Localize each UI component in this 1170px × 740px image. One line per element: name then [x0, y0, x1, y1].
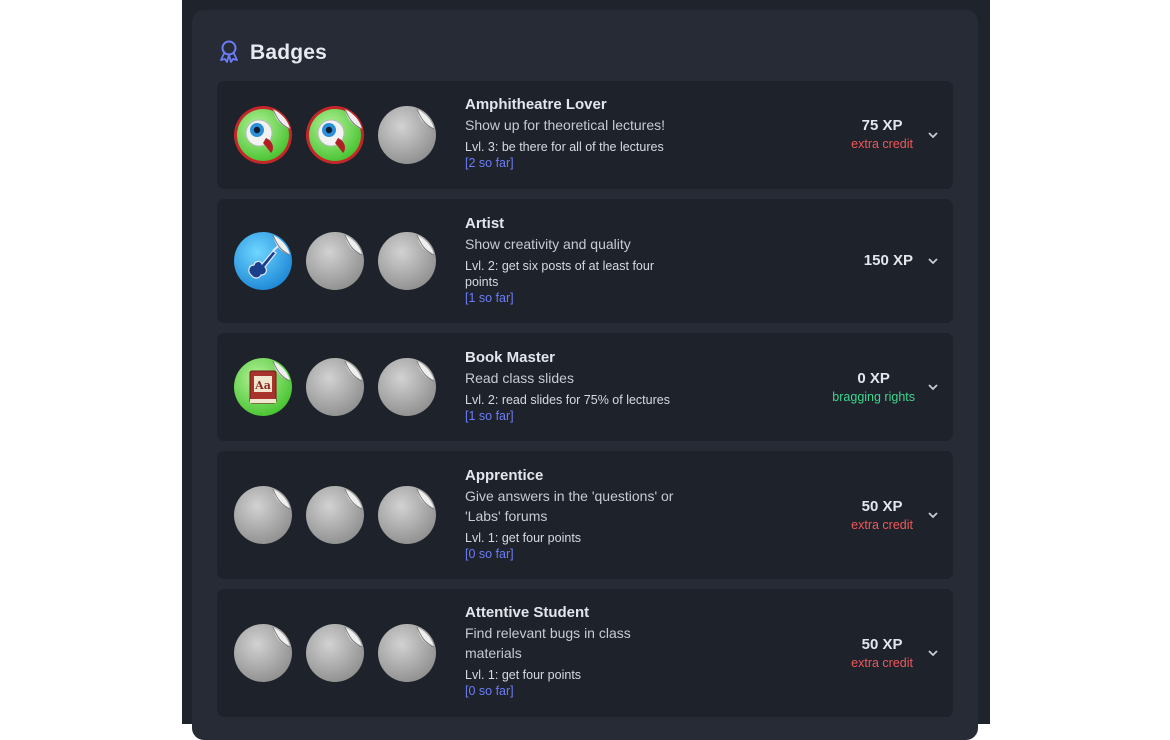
badge-xp: 0 XP bragging rights [832, 369, 915, 405]
badge-level-text: Lvl. 1: get four points [465, 531, 582, 545]
badge-name: Attentive Student [465, 604, 590, 621]
badge-progress: [1 so far] [465, 409, 514, 423]
locked-badge-icon [377, 231, 437, 291]
xp-note: extra credit [851, 137, 913, 151]
badge-info: Book Master Read class slides Lvl. 2: re… [465, 348, 725, 424]
badge-xp: 75 XP extra credit [851, 116, 913, 152]
badge-name: Apprentice [465, 467, 544, 484]
locked-badge-icon [305, 231, 365, 291]
chevron-down-icon[interactable] [927, 381, 939, 393]
badge-progress: [1 so far] [465, 291, 514, 305]
eyeball-badge-icon [233, 105, 293, 165]
badge-description: Show up for theoretical lectures! [465, 117, 665, 133]
chevron-down-icon[interactable] [927, 255, 939, 267]
badge-info: Apprentice Give answers in the 'question… [465, 466, 680, 562]
locked-badge-icon [305, 623, 365, 683]
locked-badge-icon [233, 623, 293, 683]
guitar-badge-icon [233, 231, 293, 291]
badge-level-icons [233, 451, 437, 579]
book-label: Aa [254, 379, 271, 392]
page-title: Badges [250, 41, 328, 64]
badge-card-amphitheatre-lover[interactable]: Amphitheatre Lover Show up for theoretic… [217, 81, 953, 189]
badge-level-icons [233, 81, 437, 189]
badge-description: Find relevant bugs in class materials [465, 625, 631, 661]
locked-badge-icon [377, 623, 437, 683]
locked-badge-icon [377, 105, 437, 165]
badge-card-book-master[interactable]: Aa Book Master Read class slides Lvl. 2:… [217, 333, 953, 441]
locked-badge-icon [305, 357, 365, 417]
xp-value: 75 XP [861, 117, 903, 134]
xp-value: 0 XP [857, 370, 890, 387]
locked-badge-icon [377, 357, 437, 417]
xp-note: extra credit [851, 518, 913, 532]
badge-card-apprentice[interactable]: Apprentice Give answers in the 'question… [217, 451, 953, 579]
xp-value: 50 XP [861, 498, 903, 515]
badge-name: Book Master [465, 349, 556, 366]
xp-note: bragging rights [832, 390, 915, 404]
badge-level-text: Lvl. 2: read slides for 75% of lectures [465, 393, 670, 407]
badge-xp: 150 XP [864, 251, 913, 271]
badge-progress: [0 so far] [465, 547, 514, 561]
badge-xp: 50 XP extra credit [851, 497, 913, 533]
badge-info: Amphitheatre Lover Show up for theoretic… [465, 95, 725, 171]
badge-description: Show creativity and quality [465, 236, 631, 252]
badge-name: Amphitheatre Lover [465, 96, 607, 113]
badge-name: Artist [465, 215, 505, 232]
badge-level-text: Lvl. 2: get six posts of at least four p… [465, 259, 654, 289]
badge-info: Artist Show creativity and quality Lvl. … [465, 214, 685, 306]
app-window: Badges Amphitheatre Lover Show up for th… [182, 0, 990, 740]
badge-card-artist[interactable]: Artist Show creativity and quality Lvl. … [217, 199, 953, 323]
chevron-down-icon[interactable] [927, 509, 939, 521]
eyeball-badge-icon [305, 105, 365, 165]
chevron-down-icon[interactable] [927, 129, 939, 141]
badge-description: Give answers in the 'questions' or 'Labs… [465, 488, 674, 524]
badge-level-icons [233, 199, 437, 323]
badge-info: Attentive Student Find relevant bugs in … [465, 603, 675, 699]
chevron-down-icon[interactable] [927, 647, 939, 659]
locked-badge-icon [305, 485, 365, 545]
xp-note: extra credit [851, 656, 913, 670]
badge-xp: 50 XP extra credit [851, 635, 913, 671]
badge-level-icons [233, 589, 437, 717]
xp-value: 150 XP [863, 252, 913, 269]
badge-description: Read class slides [465, 370, 574, 386]
badge-level-icons: Aa [233, 333, 437, 441]
locked-badge-icon [377, 485, 437, 545]
book-badge-icon: Aa [233, 357, 293, 417]
badge-progress: [2 so far] [465, 156, 514, 170]
badge-card-attentive-student[interactable]: Attentive Student Find relevant bugs in … [217, 589, 953, 717]
badge-level-text: Lvl. 3: be there for all of the lectures [465, 140, 664, 154]
locked-badge-icon [233, 485, 293, 545]
badge-level-text: Lvl. 1: get four points [465, 668, 582, 682]
badge-ribbon-icon [218, 39, 240, 68]
xp-value: 50 XP [861, 636, 903, 653]
badge-progress: [0 so far] [465, 684, 514, 698]
badges-panel: Badges Amphitheatre Lover Show up for th… [192, 10, 978, 740]
badges-header: Badges [218, 38, 327, 68]
